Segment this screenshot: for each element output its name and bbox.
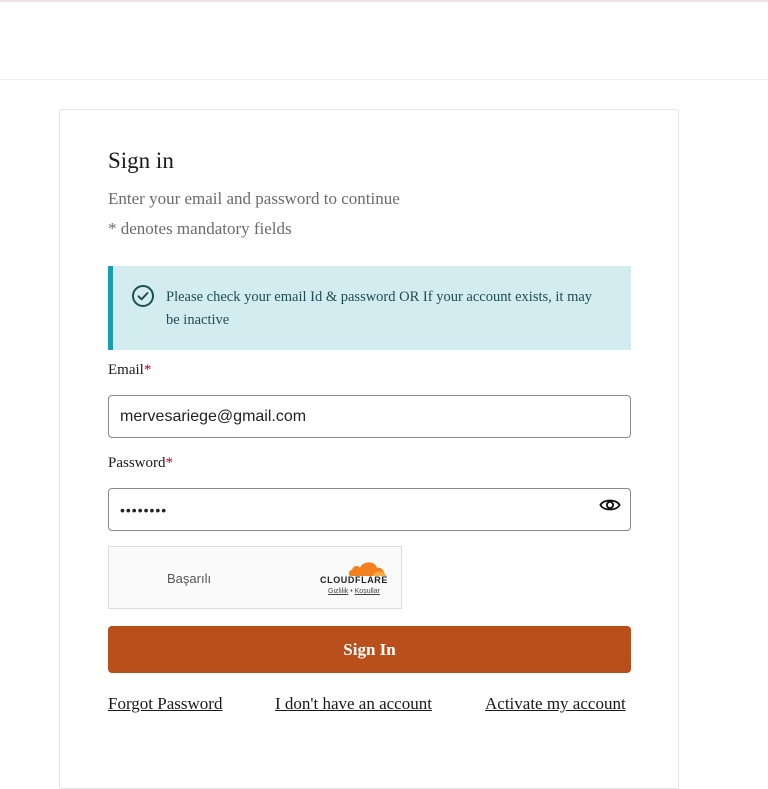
mandatory-note: * denotes mandatory fields (108, 219, 292, 238)
email-label-text: Email (108, 362, 144, 378)
top-border (0, 0, 768, 2)
link-separator: • (350, 588, 353, 595)
password-label-text: Password (108, 455, 166, 471)
email-field[interactable] (108, 395, 631, 438)
privacy-link[interactable]: Gizlilik (328, 588, 348, 595)
captcha-links: Gizlilik • Koşullar (314, 588, 394, 595)
required-marker: * (143, 362, 152, 378)
page-subtitle: Enter your email and password to continu… (108, 189, 400, 208)
required-marker: * (165, 455, 174, 471)
activate-account-link[interactable]: Activate my account (485, 694, 626, 714)
cloudflare-captcha[interactable]: Başarılı CLOUDFLARE Gizlilik • Koşullar (108, 546, 402, 609)
header-divider (0, 79, 768, 80)
password-label: Password* (108, 455, 173, 472)
captcha-status: Başarılı (167, 571, 212, 586)
cloudflare-brand: CLOUDFLARE (320, 575, 388, 585)
password-field[interactable] (108, 488, 631, 531)
sign-in-button[interactable]: Sign In (108, 626, 631, 673)
no-account-link[interactable]: I don't have an account (275, 694, 432, 714)
signin-card (59, 109, 679, 789)
check-circle-icon (132, 285, 154, 307)
alert-message: Please check your email Id & password OR… (166, 289, 593, 328)
forgot-password-link[interactable]: Forgot Password (108, 694, 222, 714)
terms-link[interactable]: Koşullar (355, 588, 380, 595)
page-title: Sign in (108, 148, 174, 173)
info-alert: Please check your email Id & password OR… (108, 266, 631, 350)
eye-icon[interactable] (599, 496, 621, 514)
email-label: Email* (108, 362, 151, 379)
